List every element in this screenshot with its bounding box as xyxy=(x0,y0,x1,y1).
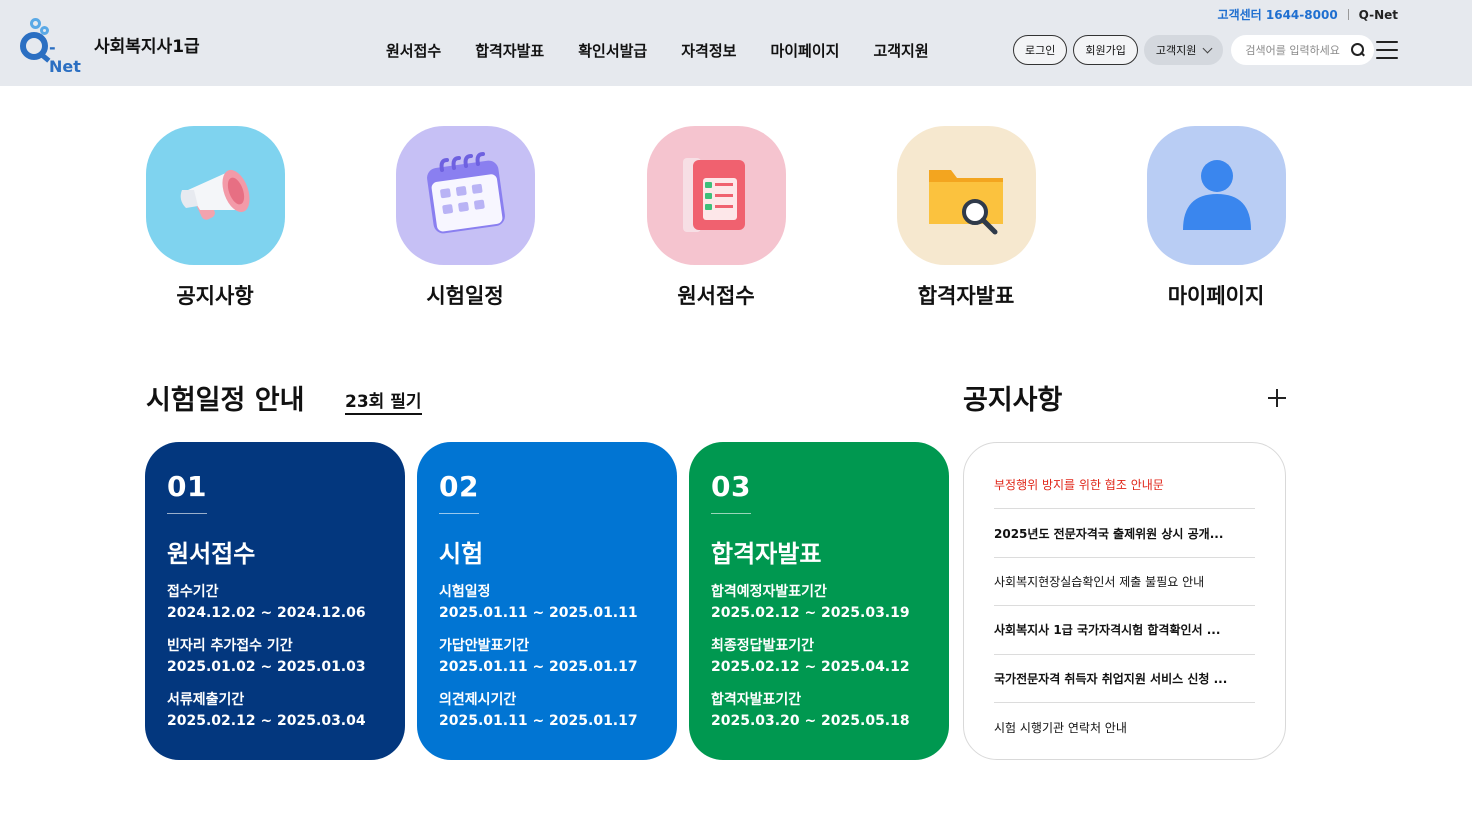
notice-item[interactable]: 2025년도 전문자격국 출제위원 상시 공개... xyxy=(994,509,1255,558)
calendar-icon xyxy=(395,126,535,265)
chevron-down-icon xyxy=(1202,43,1213,53)
hamburger-menu-icon[interactable] xyxy=(1376,41,1398,59)
search-icon[interactable] xyxy=(1351,43,1365,57)
quick-item-label: 원서접수 xyxy=(677,284,755,308)
top-utility-bar: 고객센터 1644-8000 Q-Net xyxy=(1218,6,1398,23)
tab-exam-round[interactable]: 23회 필기 xyxy=(345,387,422,415)
site-title: 사회복지사1급 xyxy=(94,36,200,57)
period-label: 가답안발표기간 xyxy=(439,638,530,654)
period-label: 시험일정 xyxy=(439,584,491,600)
schedule-card-application[interactable]: 01 원서접수 접수기간 2024.12.02 ~ 2024.12.06 빈자리 … xyxy=(145,442,405,760)
schedule-card-results[interactable]: 03 합격자발표 합격예정자발표기간 2025.02.12 ~ 2025.03.1… xyxy=(689,442,949,760)
header-actions: 로그인 회원가입 고객지원 xyxy=(1013,35,1375,65)
quick-item-notice[interactable]: 공지사항 xyxy=(145,126,285,310)
notice-list: 부정행위 방지를 위한 협조 안내문 2025년도 전문자격국 출제위원 상시 … xyxy=(963,442,1286,760)
user-icon xyxy=(1146,126,1286,265)
nav-item-qualification[interactable]: 자격정보 xyxy=(681,40,736,61)
period-value: 2025.02.12 ~ 2025.03.19 xyxy=(711,605,910,621)
quick-item-label: 시험일정 xyxy=(426,284,504,308)
divider xyxy=(439,513,479,514)
period-value: 2024.12.02 ~ 2024.12.06 xyxy=(167,605,366,621)
search-box xyxy=(1231,35,1375,65)
nav-item-support[interactable]: 고객지원 xyxy=(873,40,928,61)
card-title: 시험 xyxy=(439,540,484,568)
schedule-section-title: 시험일정 안내 xyxy=(146,385,305,416)
support-label: 고객지원 xyxy=(1155,44,1197,57)
period-label: 최종정답발표기간 xyxy=(711,638,815,654)
notice-item[interactable]: 사회복지현장실습확인서 제출 불필요 안내 xyxy=(994,558,1255,607)
period-label: 서류제출기간 xyxy=(167,692,245,708)
period-value: 2025.01.11 ~ 2025.01.17 xyxy=(439,713,638,729)
notice-item[interactable]: 시험 시행기관 연락처 안내 xyxy=(994,703,1255,751)
period-value: 2025.01.02 ~ 2025.01.03 xyxy=(167,659,366,675)
qnet-link[interactable]: Q-Net xyxy=(1359,8,1398,22)
divider xyxy=(167,513,207,514)
signup-label: 회원가입 xyxy=(1085,44,1126,57)
quick-item-label: 마이페이지 xyxy=(1167,284,1265,308)
card-title: 원서접수 xyxy=(167,540,256,568)
megaphone-icon xyxy=(145,126,285,265)
customer-center-link[interactable]: 고객센터 1644-8000 xyxy=(1218,6,1338,23)
quick-item-schedule[interactable]: 시험일정 xyxy=(395,126,535,310)
card-number: 01 xyxy=(167,470,207,503)
quick-item-mypage[interactable]: 마이페이지 xyxy=(1146,126,1286,310)
period-label: 의견제시기간 xyxy=(439,692,517,708)
card-number: 02 xyxy=(439,470,479,503)
site-header: 고객센터 1644-8000 Q-Net -Net 사회복지사1급 원서접수 합… xyxy=(0,0,1472,86)
main-nav: 원서접수 합격자발표 확인서발급 자격정보 마이페이지 고객지원 xyxy=(386,40,963,61)
nav-item-mypage[interactable]: 마이페이지 xyxy=(770,40,839,61)
site-logo[interactable]: -Net 사회복지사1급 xyxy=(18,18,200,76)
schedule-card-exam[interactable]: 02 시험 시험일정 2025.01.11 ~ 2025.01.11 가답안발표기… xyxy=(417,442,677,760)
folder-search-icon xyxy=(896,126,1036,265)
quick-item-application[interactable]: 원서접수 xyxy=(646,126,786,310)
card-number: 03 xyxy=(711,470,751,503)
divider xyxy=(1347,9,1349,20)
period-label: 접수기간 xyxy=(167,584,219,600)
checklist-icon xyxy=(646,126,786,265)
notice-item[interactable]: 부정행위 방지를 위한 협조 안내문 xyxy=(994,461,1255,510)
quick-item-label: 합격자발표 xyxy=(917,284,1015,308)
support-dropdown[interactable]: 고객지원 xyxy=(1143,35,1224,65)
period-value: 2025.01.11 ~ 2025.01.11 xyxy=(439,605,638,621)
period-value: 2025.02.12 ~ 2025.03.04 xyxy=(167,713,366,729)
search-input[interactable] xyxy=(1245,43,1346,57)
nav-item-application[interactable]: 원서접수 xyxy=(386,40,441,61)
login-label: 로그인 xyxy=(1025,44,1056,57)
period-label: 합격예정자발표기간 xyxy=(711,584,827,600)
period-label: 빈자리 추가접수 기간 xyxy=(167,638,293,654)
period-value: 2025.02.12 ~ 2025.04.12 xyxy=(711,659,910,675)
nav-item-results[interactable]: 합격자발표 xyxy=(475,40,544,61)
notice-item[interactable]: 국가전문자격 취득자 취업지원 서비스 신청 ... xyxy=(994,655,1255,703)
quick-menu: 공지사항 시험일정 원서접수 합격자발표 마이페이지 xyxy=(145,126,1286,316)
card-title: 합격자발표 xyxy=(711,540,822,568)
quick-item-label: 공지사항 xyxy=(176,284,254,308)
notice-section-title: 공지사항 xyxy=(963,385,1063,416)
period-value: 2025.01.11 ~ 2025.01.17 xyxy=(439,659,638,675)
divider xyxy=(711,513,751,514)
qnet-logo-icon: -Net xyxy=(18,18,84,76)
period-value: 2025.03.20 ~ 2025.05.18 xyxy=(711,713,910,729)
notice-item[interactable]: 사회복지사 1급 국가자격시험 합격확인서 ... xyxy=(994,606,1255,655)
login-button[interactable]: 로그인 xyxy=(1013,35,1068,65)
nav-item-certificate[interactable]: 확인서발급 xyxy=(578,40,647,61)
logo-text: -Net xyxy=(49,38,81,76)
period-label: 합격자발표기간 xyxy=(711,692,802,708)
signup-button[interactable]: 회원가입 xyxy=(1073,35,1138,65)
quick-item-results[interactable]: 합격자발표 xyxy=(896,126,1036,310)
plus-icon[interactable] xyxy=(1268,389,1286,407)
